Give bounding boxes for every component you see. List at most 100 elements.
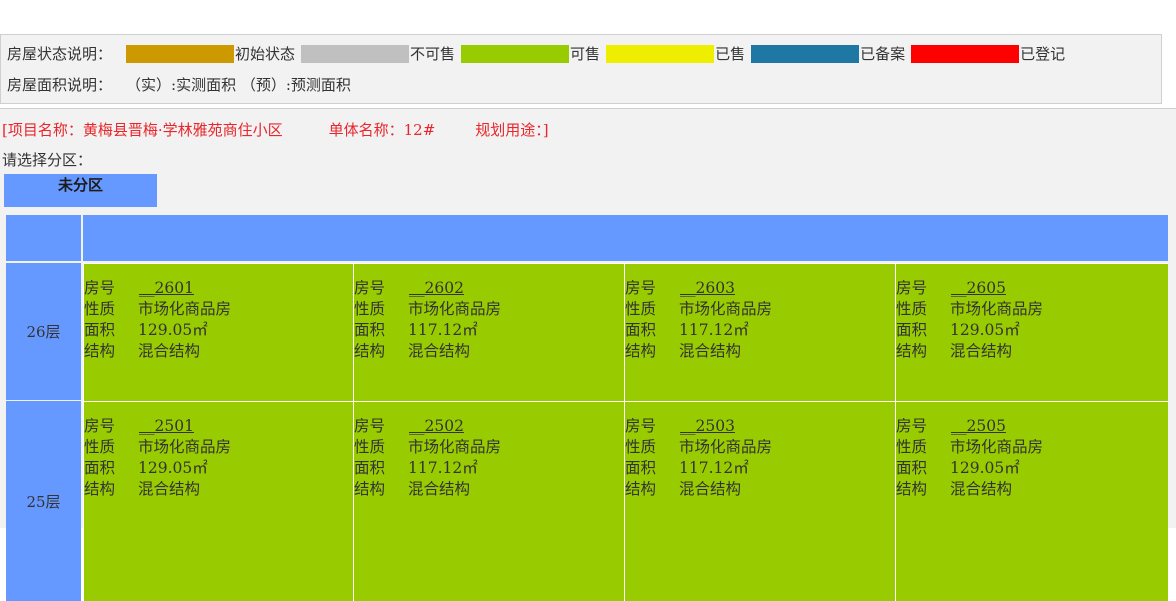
unit-room-row: 房号 __2602 [354,278,624,299]
unit-structure-label: 结构 [354,342,386,360]
unit-structure-row: 结构 混合结构 [354,479,624,500]
unit-area-label: 面积 [84,321,116,339]
unit-cell[interactable]: 房号 __2605 性质 市场化商品房 面积 129.05㎡结构 混合结构 [895,263,1168,401]
unit-room-label: 房号 [625,279,657,297]
unit-room-label: 房号 [354,279,386,297]
unit-area-value: 117.12㎡ [408,459,478,477]
room-number-link[interactable]: __2502 [408,416,464,437]
unit-structure-label: 结构 [625,342,657,360]
room-number-link[interactable]: __2601 [138,278,194,299]
unit-cell[interactable]: 房号 __2601 性质 市场化商品房 面积 129.05㎡ 结构 混合结构 [83,263,354,401]
unit-structure-row: 结构 混合结构 [896,341,1168,362]
status-label-initial: 初始状态 [235,45,296,63]
status-swatch-sold [606,45,715,63]
unit-room-label: 房号 [84,279,116,297]
legend-panel: 房屋状态说明： 初始状态 不可售 可售 已售 已备案 已登记 房屋面积说明： （… [0,34,1162,104]
unit-area-row: 面积 117.12㎡ [625,458,895,479]
zone-tab-unzoned[interactable]: 未分区 [4,174,157,207]
unit-structure-value: 混合结构 [950,480,1013,498]
unit-area-label: 面积 [625,321,657,339]
planned-usage: 规划用途：] [475,121,549,139]
floor-label: 25层 [6,401,81,601]
project-info: [项目名称：黄梅县晋梅·学林雅苑商住小区 单体名称：12# 规划用途：] [2,119,549,141]
building-panel: [项目名称：黄梅县晋梅·学林雅苑商住小区 单体名称：12# 规划用途：] 请选择分区… [0,108,1176,601]
unit-cell[interactable]: 房号 __2603 性质 市场化商品房 面积 117.12㎡结构 混合结构 [624,263,895,401]
unit-nature-row: 性质 市场化商品房 [896,299,1168,320]
unit-cell[interactable]: 房号 __2501 性质 市场化商品房 面积 129.05㎡ 结构 混合结构 [83,401,354,601]
unit-nature-label: 性质 [625,438,657,456]
room-number-link[interactable]: __2505 [950,416,1006,437]
unit-structure-value: 混合结构 [408,480,471,498]
unit-structure-row: 结构 混合结构 [84,341,354,362]
unit-nature-row: 性质 市场化商品房 [625,437,895,458]
unit-nature-row: 性质 市场化商品房 [354,437,624,458]
unit-area-label: 面积 [625,459,657,477]
unit-nature-label: 性质 [896,300,928,318]
unit-nature-row: 性质 市场化商品房 [84,299,354,320]
unit-structure-label: 结构 [896,480,928,498]
unit-room-label: 房号 [354,417,386,435]
unit-area-value: 117.12㎡ [679,459,749,477]
status-swatch-initial [126,45,235,63]
unit-structure-row: 结构 混合结构 [84,479,354,500]
status-legend: 房屋状态说明： 初始状态 不可售 可售 已售 已备案 已登记 [7,43,1071,65]
area-legend: 房屋面积说明： （实）:实测面积 （预）:预测面积 [7,74,351,96]
unit-area-label: 面积 [84,459,116,477]
floor-label-text: 26层 [26,323,61,341]
unit-room-row: 房号 __2601 [84,278,354,299]
status-label-registered: 已登记 [1020,45,1066,63]
unit-structure-row: 结构 混合结构 [625,479,895,500]
unit-area-row: 面积 117.12㎡ [354,320,624,341]
unit-cell[interactable]: 房号 __2505 性质 市场化商品房 面积 129.05㎡ 结构 混合结构 [895,401,1168,601]
unit-nature-row: 性质 市场化商品房 [625,299,895,320]
unit-structure-value: 混合结构 [138,342,201,360]
unit-area-row: 面积 129.05㎡ [84,458,354,479]
unit-area-row: 面积 117.12㎡ [354,458,624,479]
unit-room-row: 房号 __2603 [625,278,895,299]
zone-choose-label: 请选择分区： [2,151,93,169]
unit-nature-row: 性质 市场化商品房 [354,299,624,320]
unit-structure-label: 结构 [625,480,657,498]
unit-cell[interactable]: 房号 __2503 性质 市场化商品房 面积 117.12㎡ 结构 混合结构 [624,401,895,601]
unit-area-label: 面积 [896,321,928,339]
status-legend-title: 房屋状态说明： [7,45,113,63]
status-swatch-registered [911,45,1020,63]
unit-area-value: 117.12㎡ [408,321,478,339]
unit-nature-label: 性质 [896,438,928,456]
unit-cell[interactable]: 房号 __2502 性质 市场化商品房 面积 117.12㎡结构 混合结构 [353,401,624,601]
room-number-link[interactable]: __2602 [408,278,464,299]
area-legend-note: （实）:实测面积 （预）:预测面积 [126,76,351,94]
unit-nature-row: 性质 市场化商品房 [896,437,1168,458]
status-label-unsellable: 不可售 [410,45,456,63]
unit-nature-label: 性质 [354,300,386,318]
room-number-link[interactable]: __2605 [950,278,1006,299]
room-number-link[interactable]: __2501 [138,416,194,437]
building-name: 单体名称：12# [328,121,436,139]
floor-label-text: 25层 [26,492,61,511]
unit-nature-value: 市场化商品房 [408,300,502,318]
unit-structure-row: 结构 混合结构 [625,341,895,362]
floor-label: 26层 [6,263,81,400]
unit-nature-label: 性质 [84,300,116,318]
status-label-sold: 已售 [715,45,746,63]
unit-area-label: 面积 [354,459,386,477]
unit-area-row: 面积 129.05㎡ [84,320,354,341]
unit-area-value: 129.05㎡ [950,321,1020,339]
room-number-link[interactable]: __2503 [679,416,735,437]
grid-header-units [83,215,1168,261]
unit-structure-label: 结构 [896,342,928,360]
unit-structure-row: 结构 混合结构 [354,341,624,362]
status-swatch-sellable [461,45,570,63]
unit-cell[interactable]: 房号 __2602 性质 市场化商品房面积 117.12㎡ 结构 混合结构 [353,263,624,401]
status-swatch-filed [751,45,860,63]
unit-nature-value: 市场化商品房 [138,438,232,456]
unit-area-value: 117.12㎡ [679,321,749,339]
unit-structure-label: 结构 [84,342,116,360]
unit-nature-value: 市场化商品房 [408,438,502,456]
status-label-filed: 已备案 [860,45,906,63]
status-label-sellable: 可售 [570,45,601,63]
room-number-link[interactable]: __2603 [679,278,735,299]
unit-area-row: 面积 129.05㎡ [896,320,1168,341]
unit-structure-value: 混合结构 [679,480,742,498]
unit-room-row: 房号 __2605 [896,278,1168,299]
